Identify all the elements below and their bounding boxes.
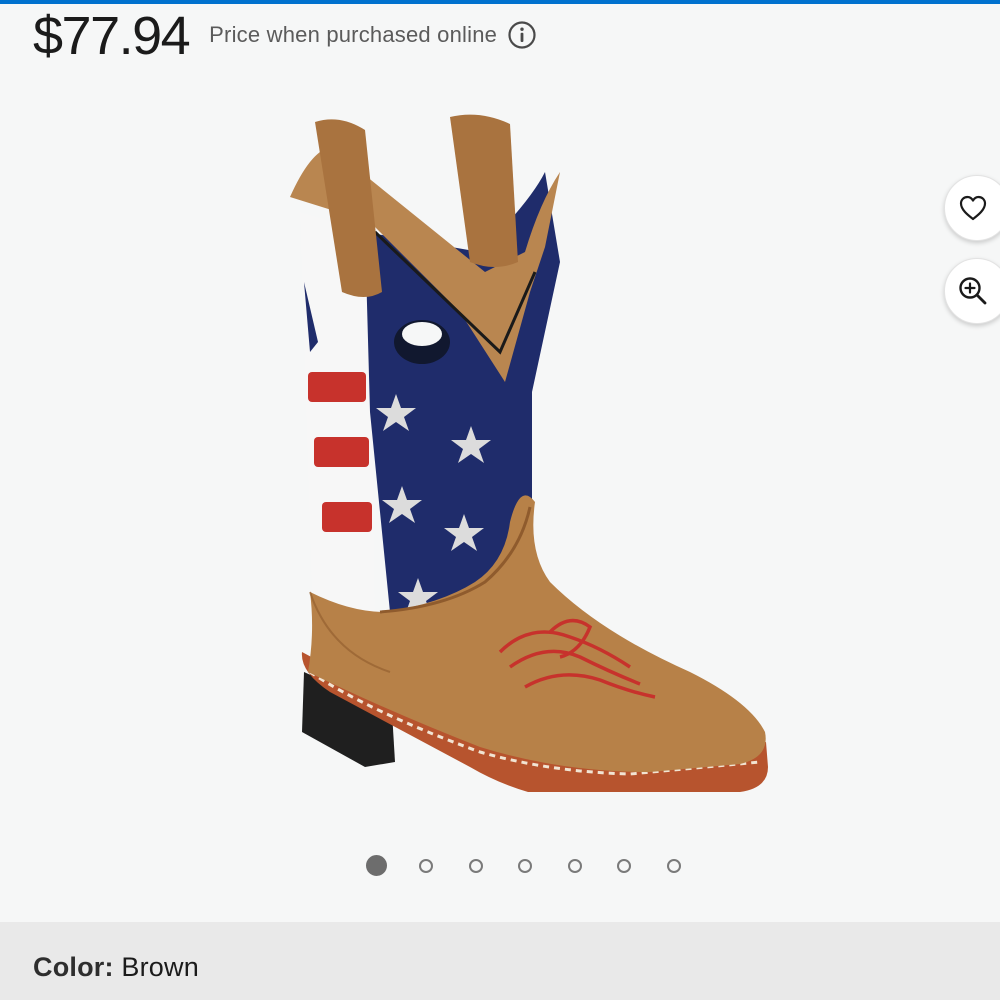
color-row: Color: Brown [33, 952, 199, 983]
product-gallery[interactable] [0, 70, 1000, 920]
info-icon[interactable] [507, 20, 537, 50]
zoom-in-icon [959, 277, 987, 305]
carousel-dot[interactable] [617, 858, 631, 873]
price-note: Price when purchased online [209, 22, 498, 47]
top-accent-bar [0, 0, 1000, 4]
color-value: Brown [121, 952, 199, 982]
price-row: $77.94 Price when purchased online [33, 6, 537, 66]
product-image[interactable] [270, 112, 790, 792]
favorite-button[interactable] [944, 175, 1000, 241]
carousel-dot[interactable] [518, 858, 532, 873]
carousel-dot[interactable] [666, 858, 681, 873]
carousel-dot[interactable] [468, 858, 483, 873]
color-label: Color: [33, 952, 114, 982]
carousel-dots [366, 855, 716, 876]
heart-icon [959, 195, 987, 221]
color-selector-bar: Color: Brown [0, 922, 1000, 1000]
price-amount: $77.94 [33, 6, 191, 66]
boot-pull-strap-right [450, 114, 518, 268]
carousel-dot[interactable] [567, 858, 582, 873]
carousel-dot[interactable] [419, 858, 433, 873]
zoom-button[interactable] [944, 258, 1000, 324]
carousel-dot[interactable] [366, 855, 387, 876]
